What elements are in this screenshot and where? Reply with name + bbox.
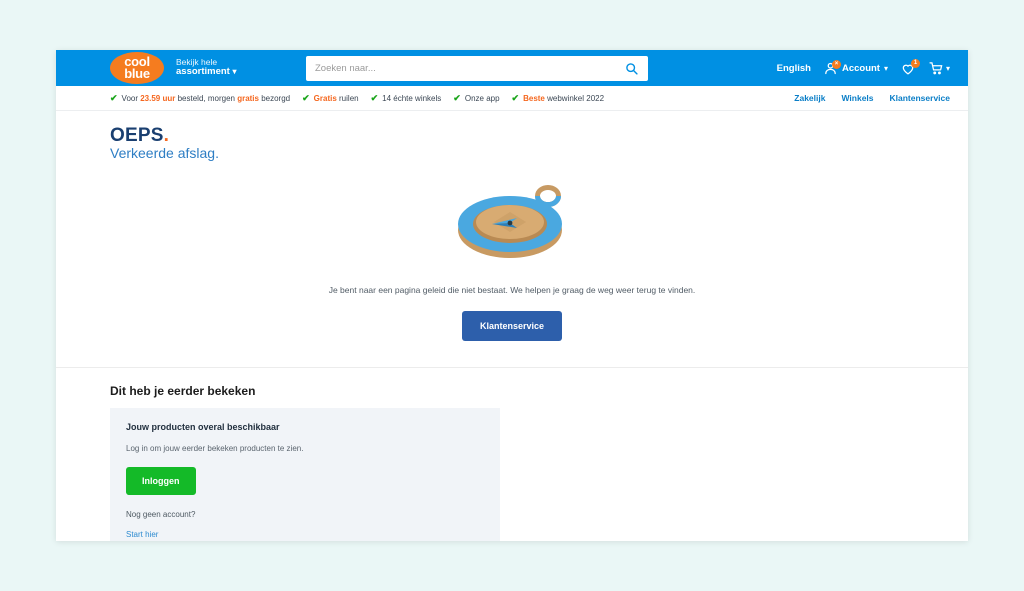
error-heading-dot: . — [163, 125, 170, 146]
error-heading-text: OEPS — [110, 125, 164, 146]
account-badge: × — [831, 59, 841, 69]
error-section: OEPS. Verkeerde afslag. Je bent naar een… — [56, 111, 968, 368]
nav-link-winkels[interactable]: Winkels — [841, 93, 873, 103]
person-icon: × — [823, 59, 841, 76]
usp-item: ✔ Beste webwinkel 2022 — [512, 93, 605, 104]
usp-text: 14 échte winkels — [382, 93, 442, 103]
usp-text: besteld, morgen — [175, 93, 238, 103]
chevron-down-icon: ▾ — [945, 63, 950, 73]
assortiment-label-top: Bekijk hele — [176, 56, 218, 67]
cart-button[interactable]: ▾ — [928, 61, 950, 76]
usp-text: ruilen — [336, 93, 359, 103]
wishlist-count-badge: 1 — [910, 58, 920, 68]
error-headings: OEPS. Verkeerde afslag. — [110, 125, 968, 162]
start-here-link[interactable]: Start hier — [126, 530, 158, 539]
login-card-title: Jouw producten overal beschikbaar — [126, 421, 280, 432]
login-promo-card: Jouw producten overal beschikbaar Log in… — [110, 407, 500, 541]
check-icon: ✔ — [511, 92, 520, 103]
browser-page: cool blue Bekijk hele assortiment ▾ Engl… — [56, 50, 968, 541]
search-bar[interactable] — [306, 56, 648, 81]
klantenservice-button[interactable]: Klantenservice — [461, 310, 563, 341]
check-icon: ✔ — [370, 92, 379, 103]
search-input[interactable] — [306, 63, 615, 74]
recently-viewed-section: Dit heb je eerder bekeken Jouw producten… — [56, 368, 968, 541]
check-icon: ✔ — [302, 92, 310, 103]
language-switcher[interactable]: English — [777, 63, 811, 74]
chevron-down-icon: ▾ — [883, 63, 888, 73]
compass-icon — [447, 174, 577, 269]
no-account-text: Nog geen account? — [126, 509, 196, 519]
coolblue-logo[interactable]: cool blue — [110, 52, 164, 84]
usp-highlight: gratis — [237, 93, 259, 103]
error-action-area: Klantenservice — [56, 310, 968, 341]
usp-item: ✔ 14 échte winkels — [371, 93, 442, 104]
usp-highlight: Beste — [523, 93, 545, 103]
usp-item: ✔ Onze app — [453, 93, 499, 104]
section-title: Dit heb je eerder bekeken — [110, 383, 256, 398]
error-message: Je bent naar een pagina geleid die niet … — [328, 284, 696, 295]
usp-highlight: Gratis — [313, 93, 337, 103]
usp-text: webwinkel 2022 — [544, 93, 605, 103]
account-menu[interactable]: × Account ▾ — [823, 59, 888, 76]
assortiment-label-bottom: assortiment — [176, 66, 230, 78]
signup-area: Nog geen account? Start hier — [126, 509, 484, 541]
check-icon: ✔ — [453, 92, 461, 103]
usp-text: Onze app — [464, 93, 500, 103]
search-icon[interactable] — [615, 62, 648, 75]
logo-text-blue: blue — [124, 66, 150, 81]
wishlist-button[interactable]: 1 — [900, 58, 920, 76]
usp-list: ✔ Voor 23.59 uur besteld, morgen gratis … — [110, 93, 604, 104]
header-actions: English × Account ▾ 1 ▾ — [777, 50, 950, 86]
usp-item: ✔ Gratis ruilen — [302, 93, 358, 104]
usp-item: ✔ Voor 23.59 uur besteld, morgen gratis … — [110, 93, 290, 104]
login-card-text: Log in om jouw eerder bekeken producten … — [126, 443, 304, 453]
assortiment-menu[interactable]: Bekijk hele assortiment ▾ — [176, 56, 237, 79]
site-header: cool blue Bekijk hele assortiment ▾ Engl… — [56, 50, 968, 86]
usp-bar: ✔ Voor 23.59 uur besteld, morgen gratis … — [56, 86, 968, 111]
nav-link-klantenservice[interactable]: Klantenservice — [890, 93, 950, 103]
nav-link-zakelijk[interactable]: Zakelijk — [794, 93, 825, 103]
chevron-down-icon: ▾ — [232, 67, 237, 77]
usp-text: bezorgd — [258, 93, 291, 103]
page-title: OEPS. — [110, 125, 968, 146]
login-button[interactable]: Inloggen — [126, 466, 196, 495]
error-subtitle: Verkeerde afslag. — [110, 145, 219, 162]
check-icon: ✔ — [110, 92, 118, 103]
usp-highlight: 23.59 uur — [140, 93, 176, 103]
header-nav-links: Zakelijk Winkels Klantenservice — [794, 93, 950, 103]
usp-text: Voor — [121, 93, 141, 103]
account-label: Account — [841, 62, 880, 74]
